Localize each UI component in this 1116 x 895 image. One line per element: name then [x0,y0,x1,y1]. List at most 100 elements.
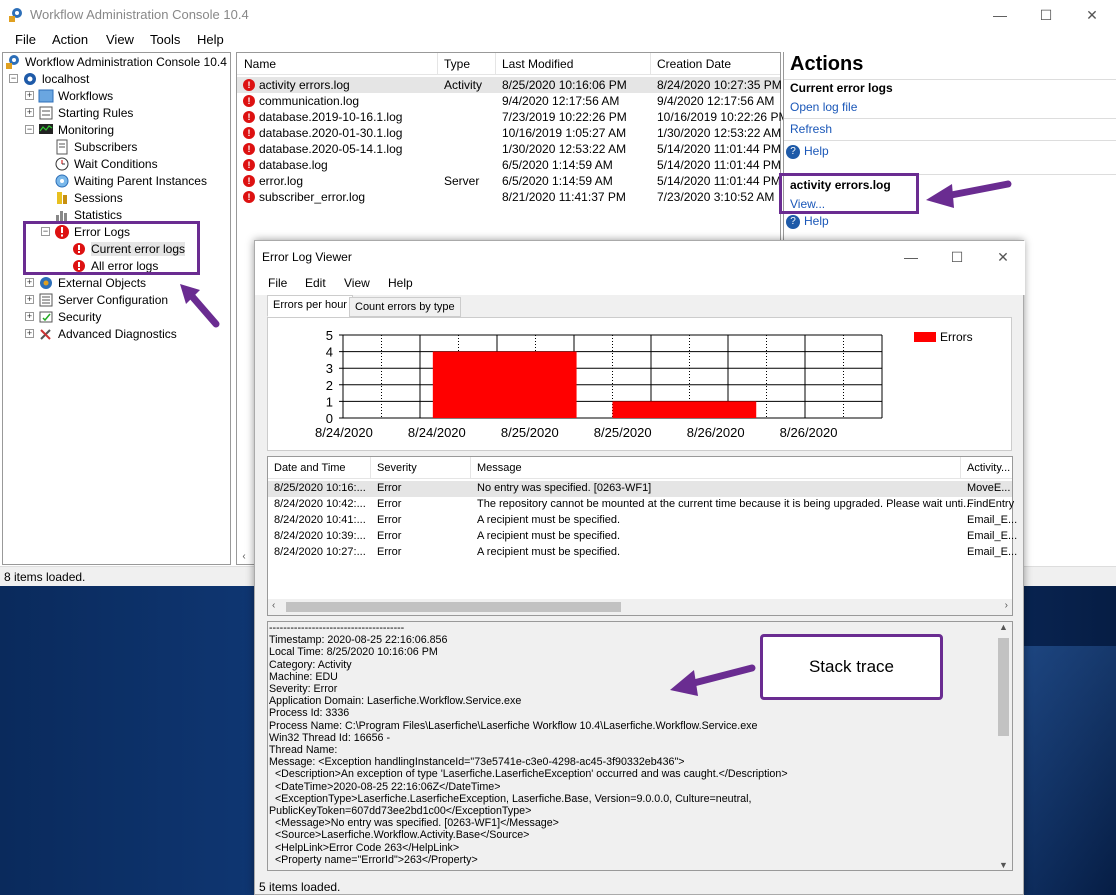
column-divider [370,457,371,479]
expand-icon[interactable]: + [25,278,34,287]
menu-file[interactable]: File [15,32,36,47]
viewer-menu-edit[interactable]: Edit [305,276,326,290]
menu-tools[interactable]: Tools [150,32,180,47]
log-file-row[interactable]: ! error.log Server 6/5/2020 1:14:59 AM 5/14/… [237,173,781,189]
waiting-parent-icon [54,173,70,189]
vertical-scrollbar[interactable]: ▲ ▼ [995,622,1012,870]
file-name: database.2019-10-16.1.log [259,110,403,124]
viewer-menu-view[interactable]: View [344,276,370,290]
scrollbar-thumb[interactable] [998,638,1009,736]
column-date-time[interactable]: Date and Time [274,462,346,474]
open-log-file-link[interactable]: Open log file [790,100,857,114]
file-name: activity errors.log [259,78,350,92]
x-tick-label: 8/26/2020 [780,425,838,440]
error-entry-row[interactable]: 8/24/2020 10:39:... Error A recipient must… [268,529,1017,545]
file-creation-date: 5/14/2020 11:01:44 PM [657,174,781,188]
viewer-maximize-button[interactable]: ☐ [934,242,980,272]
tab-errors-per-hour[interactable]: Errors per hour [267,295,353,317]
expand-icon[interactable]: + [25,295,34,304]
scroll-left-icon[interactable]: ‹ [237,549,251,565]
file-last-modified: 9/4/2020 12:17:56 AM [502,94,620,108]
file-name: error.log [259,174,304,188]
tree-root[interactable]: Workflow Administration Console 10.4 [5,53,227,70]
horizontal-scrollbar[interactable]: ‹ › [268,599,1012,615]
file-creation-date: 1/30/2020 12:53:22 AM [657,126,782,140]
column-severity[interactable]: Severity [377,462,417,474]
help-link[interactable]: ? Help [786,144,829,159]
tab-count-errors-by-type[interactable]: Count errors by type [349,297,461,317]
error-entry-row[interactable]: 8/24/2020 10:41:... Error A recipient must… [268,513,1017,529]
clock-icon [54,156,70,172]
file-name: database.log [259,158,328,172]
entry-message: The repository cannot be mounted at the … [477,498,973,510]
error-entry-row[interactable]: 8/24/2020 10:27:... Error A recipient must… [268,545,1017,561]
refresh-link[interactable]: Refresh [790,122,832,136]
column-name[interactable]: Name [244,57,276,71]
log-file-row[interactable]: ! activity errors.log Activity 8/25/2020 10… [237,77,782,93]
expand-icon[interactable]: + [25,329,34,338]
error-entry-row[interactable]: 8/25/2020 10:16:... Error No entry was spe… [268,481,1012,497]
scroll-left-icon[interactable]: ‹ [272,600,275,611]
scroll-down-icon[interactable]: ▼ [999,860,1008,870]
log-file-row[interactable]: ! database.log 6/5/2020 1:14:59 AM 5/14/202… [237,157,781,173]
tree-item-workflows[interactable]: + Workflows [25,87,113,104]
tree-item-starting-rules[interactable]: + Starting Rules [25,104,133,121]
entry-activity: Email_E... [967,530,1018,542]
file-creation-date: 5/14/2020 11:01:44 PM [657,142,781,156]
menu-action[interactable]: Action [52,32,88,47]
scrollbar-thumb[interactable] [286,602,621,612]
column-activity[interactable]: Activity... [967,462,1010,474]
entry-time: 8/24/2020 10:39:... [274,530,366,542]
maximize-button[interactable]: ☐ [1023,0,1069,30]
legend-label: Errors [940,330,973,344]
y-tick-label: 3 [326,361,333,376]
tree-item-external-objects[interactable]: + External Objects [25,274,146,291]
log-file-row[interactable]: ! communication.log 9/4/2020 12:17:56 AM 9/… [237,93,780,109]
tree-item-monitoring[interactable]: − Monitoring [25,121,114,138]
help-icon: ? [786,214,800,229]
collapse-icon[interactable]: − [25,125,34,134]
help-link-2[interactable]: ? Help [786,214,829,229]
scroll-right-icon[interactable]: › [1005,600,1008,611]
tree-item-waiting-parent[interactable]: Waiting Parent Instances [54,172,207,189]
tree-item-wait-conditions[interactable]: Wait Conditions [54,155,158,172]
tree-item-sessions[interactable]: Sessions [54,189,123,206]
expand-icon[interactable]: + [25,312,34,321]
column-last-modified[interactable]: Last Modified [502,57,573,71]
tree-server[interactable]: − localhost [9,70,89,87]
menu-help[interactable]: Help [197,32,224,47]
help-icon: ? [786,144,800,159]
expand-icon[interactable]: + [25,108,34,117]
file-type: Activity [444,78,483,92]
column-creation-date[interactable]: Creation Date [657,57,731,71]
tree-item-advanced-diagnostics[interactable]: + Advanced Diagnostics [25,325,177,342]
viewer-close-button[interactable]: ✕ [980,242,1026,272]
log-file-row[interactable]: ! database.2020-05-14.1.log 1/30/2020 12:5… [237,141,781,157]
error-log-icon: ! [243,127,255,139]
column-message[interactable]: Message [477,462,522,474]
error-entries-grid: Date and Time Severity Message Activity.… [267,456,1017,616]
viewer-menu-file[interactable]: File [268,276,287,290]
tree-item-subscribers[interactable]: Subscribers [54,138,137,155]
actions-title: Actions [790,53,864,75]
entry-message: A recipient must be specified. [477,530,621,542]
workflow-console-icon [5,54,21,70]
log-file-row[interactable]: ! database.2019-10-16.1.log 7/23/2019 10:2… [237,109,788,125]
collapse-icon[interactable]: − [9,74,18,83]
viewer-menu-help[interactable]: Help [388,276,413,290]
tree-item-security[interactable]: + Security [25,308,101,325]
viewer-minimize-button[interactable]: — [888,242,934,272]
log-file-row[interactable]: ! subscriber_error.log 8/21/2020 11:41:37 … [237,189,780,205]
menu-view[interactable]: View [106,32,134,47]
close-button[interactable]: ✕ [1069,0,1115,30]
log-file-row[interactable]: ! database.2020-01-30.1.log 10/16/2019 1:0… [237,125,782,141]
scroll-up-icon[interactable]: ▲ [999,622,1008,632]
minimize-button[interactable]: — [977,0,1023,30]
tree-item-label: Server Configuration [58,292,169,307]
error-entry-row[interactable]: 8/24/2020 10:42:... Error The repository c… [268,497,1014,513]
tree-server-label: localhost [42,71,90,86]
column-type[interactable]: Type [444,57,470,71]
tree-item-server-configuration[interactable]: + Server Configuration [25,291,168,308]
annotation-box-view [779,173,919,214]
expand-icon[interactable]: + [25,91,34,100]
